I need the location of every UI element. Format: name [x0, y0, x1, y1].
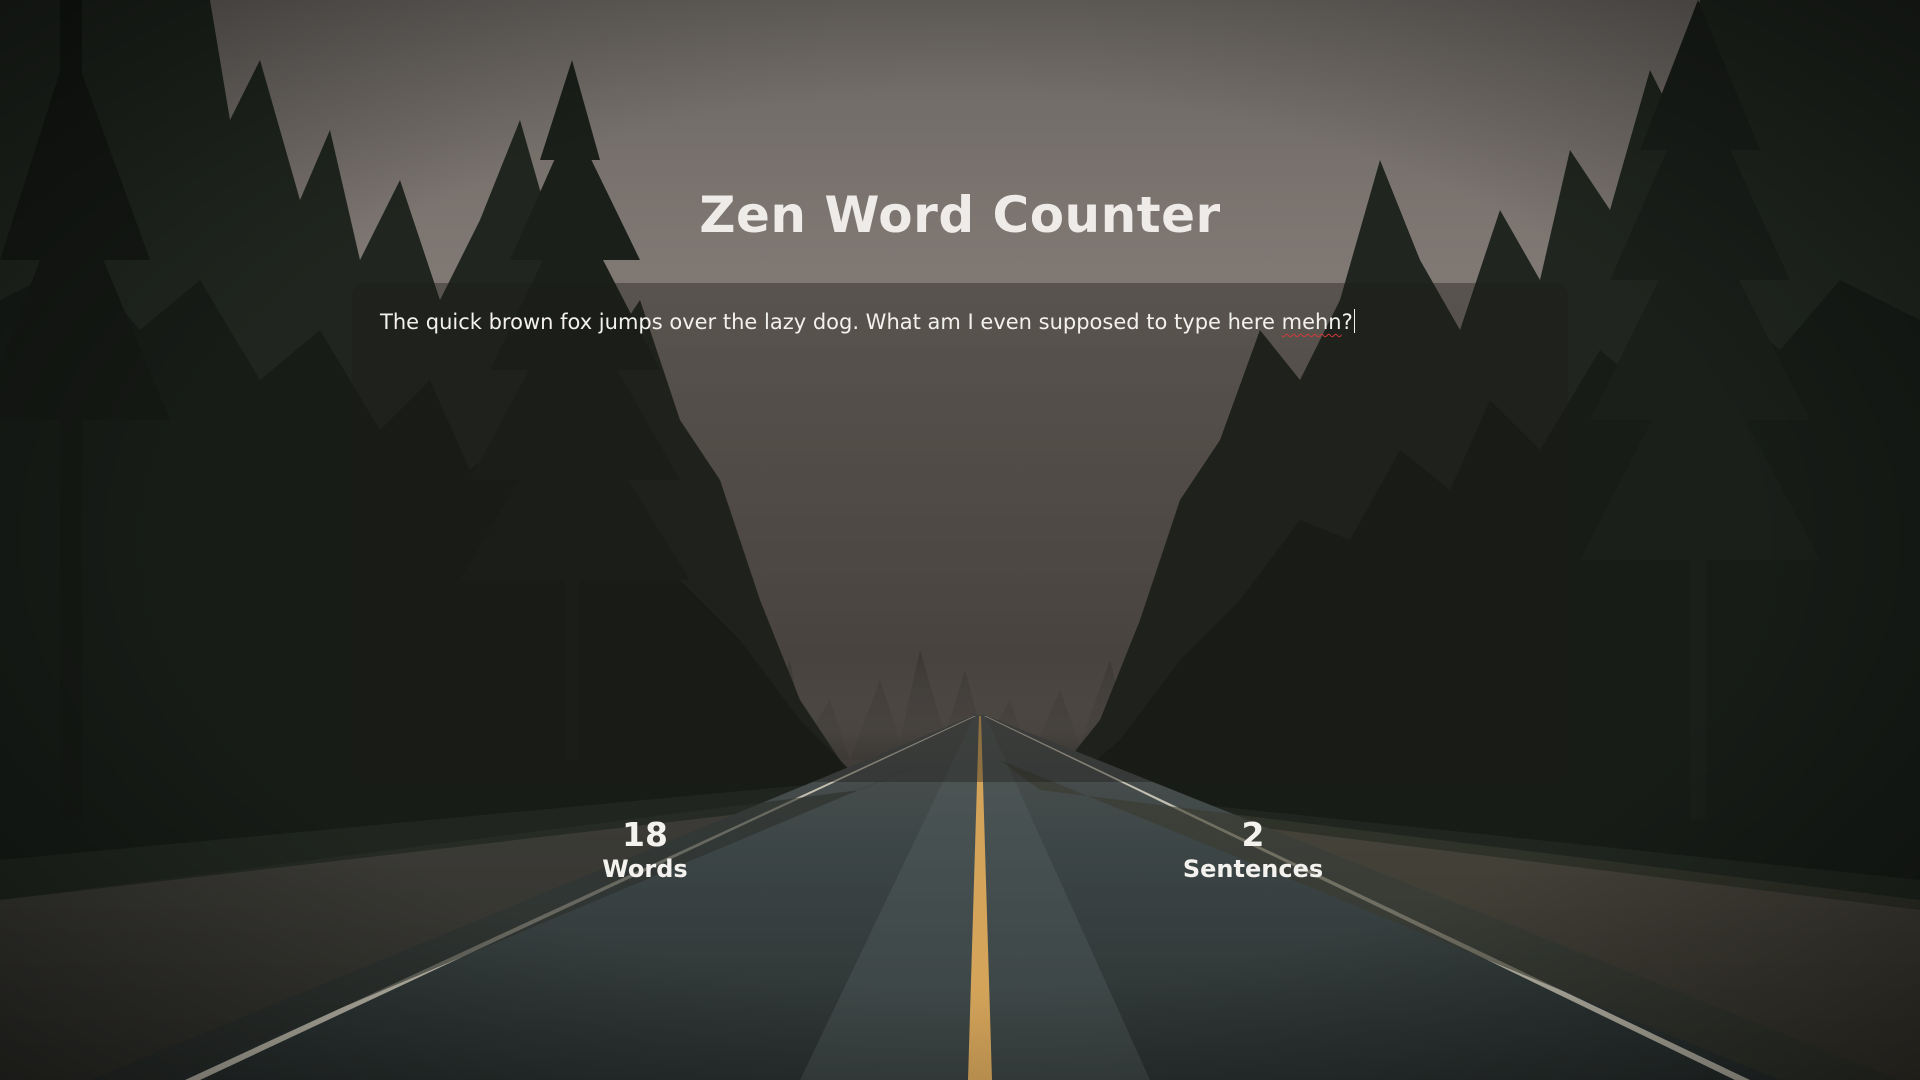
word-count-value: 18: [622, 815, 668, 854]
editor-text-main: The quick brown fox jumps over the lazy …: [380, 310, 1282, 334]
sentence-count-stat: 2 Sentences: [1143, 815, 1363, 883]
misspelled-word[interactable]: mehn: [1282, 310, 1342, 334]
editor-text-end: ?: [1341, 310, 1353, 334]
sentence-count-label: Sentences: [1182, 855, 1324, 883]
text-editor[interactable]: The quick brown fox jumps over the lazy …: [352, 283, 1568, 782]
word-count-stat: 18 Words: [535, 815, 755, 883]
app-title: Zen Word Counter: [699, 186, 1221, 244]
editor-content[interactable]: The quick brown fox jumps over the lazy …: [380, 309, 1540, 334]
sentence-count-value: 2: [1241, 815, 1265, 854]
text-caret: [1353, 309, 1355, 333]
word-count-label: Words: [602, 855, 688, 883]
